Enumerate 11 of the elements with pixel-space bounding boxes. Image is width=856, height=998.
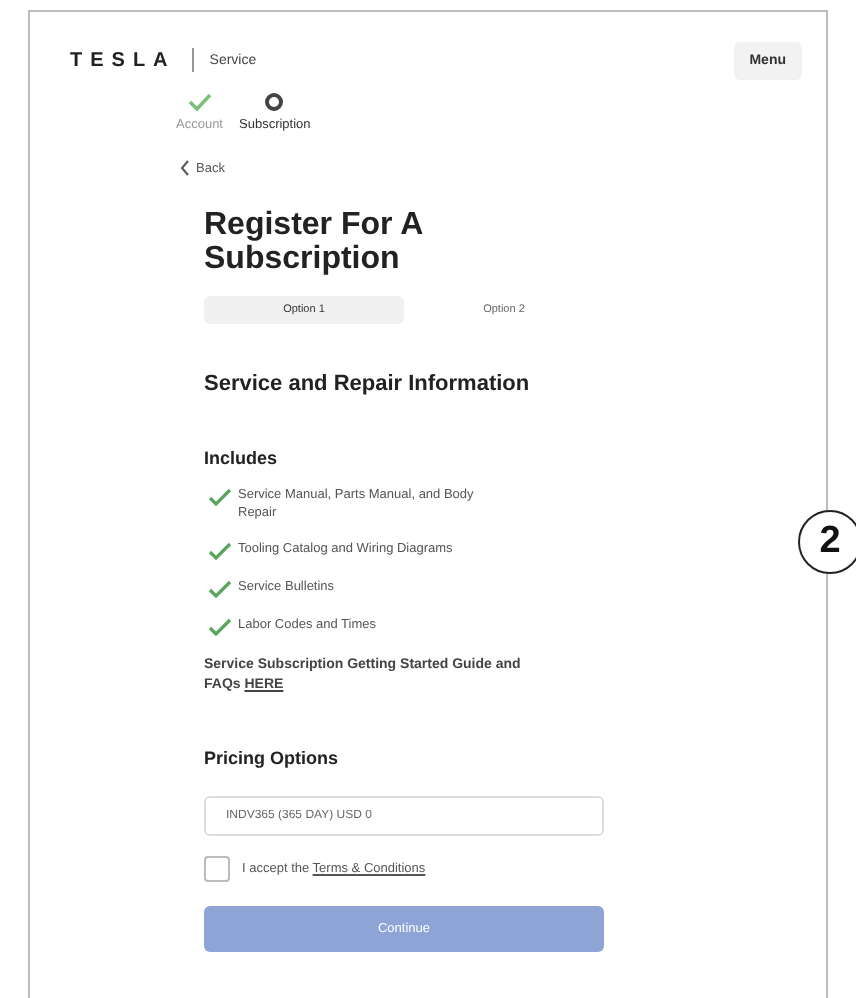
- check-icon: [208, 618, 232, 636]
- page-title: Register For A Subscription: [204, 208, 425, 276]
- check-icon: [208, 542, 232, 560]
- pricing-title: Pricing Options: [204, 748, 341, 768]
- chevron-left-icon: [180, 160, 190, 176]
- logo[interactable]: TESLA: [70, 49, 176, 71]
- check-icon: [208, 488, 232, 506]
- check-icon: [208, 580, 232, 598]
- section-title: Service and Repair Information: [204, 372, 532, 396]
- includes-title: Includes: [204, 448, 280, 468]
- checkbox[interactable]: [204, 856, 230, 882]
